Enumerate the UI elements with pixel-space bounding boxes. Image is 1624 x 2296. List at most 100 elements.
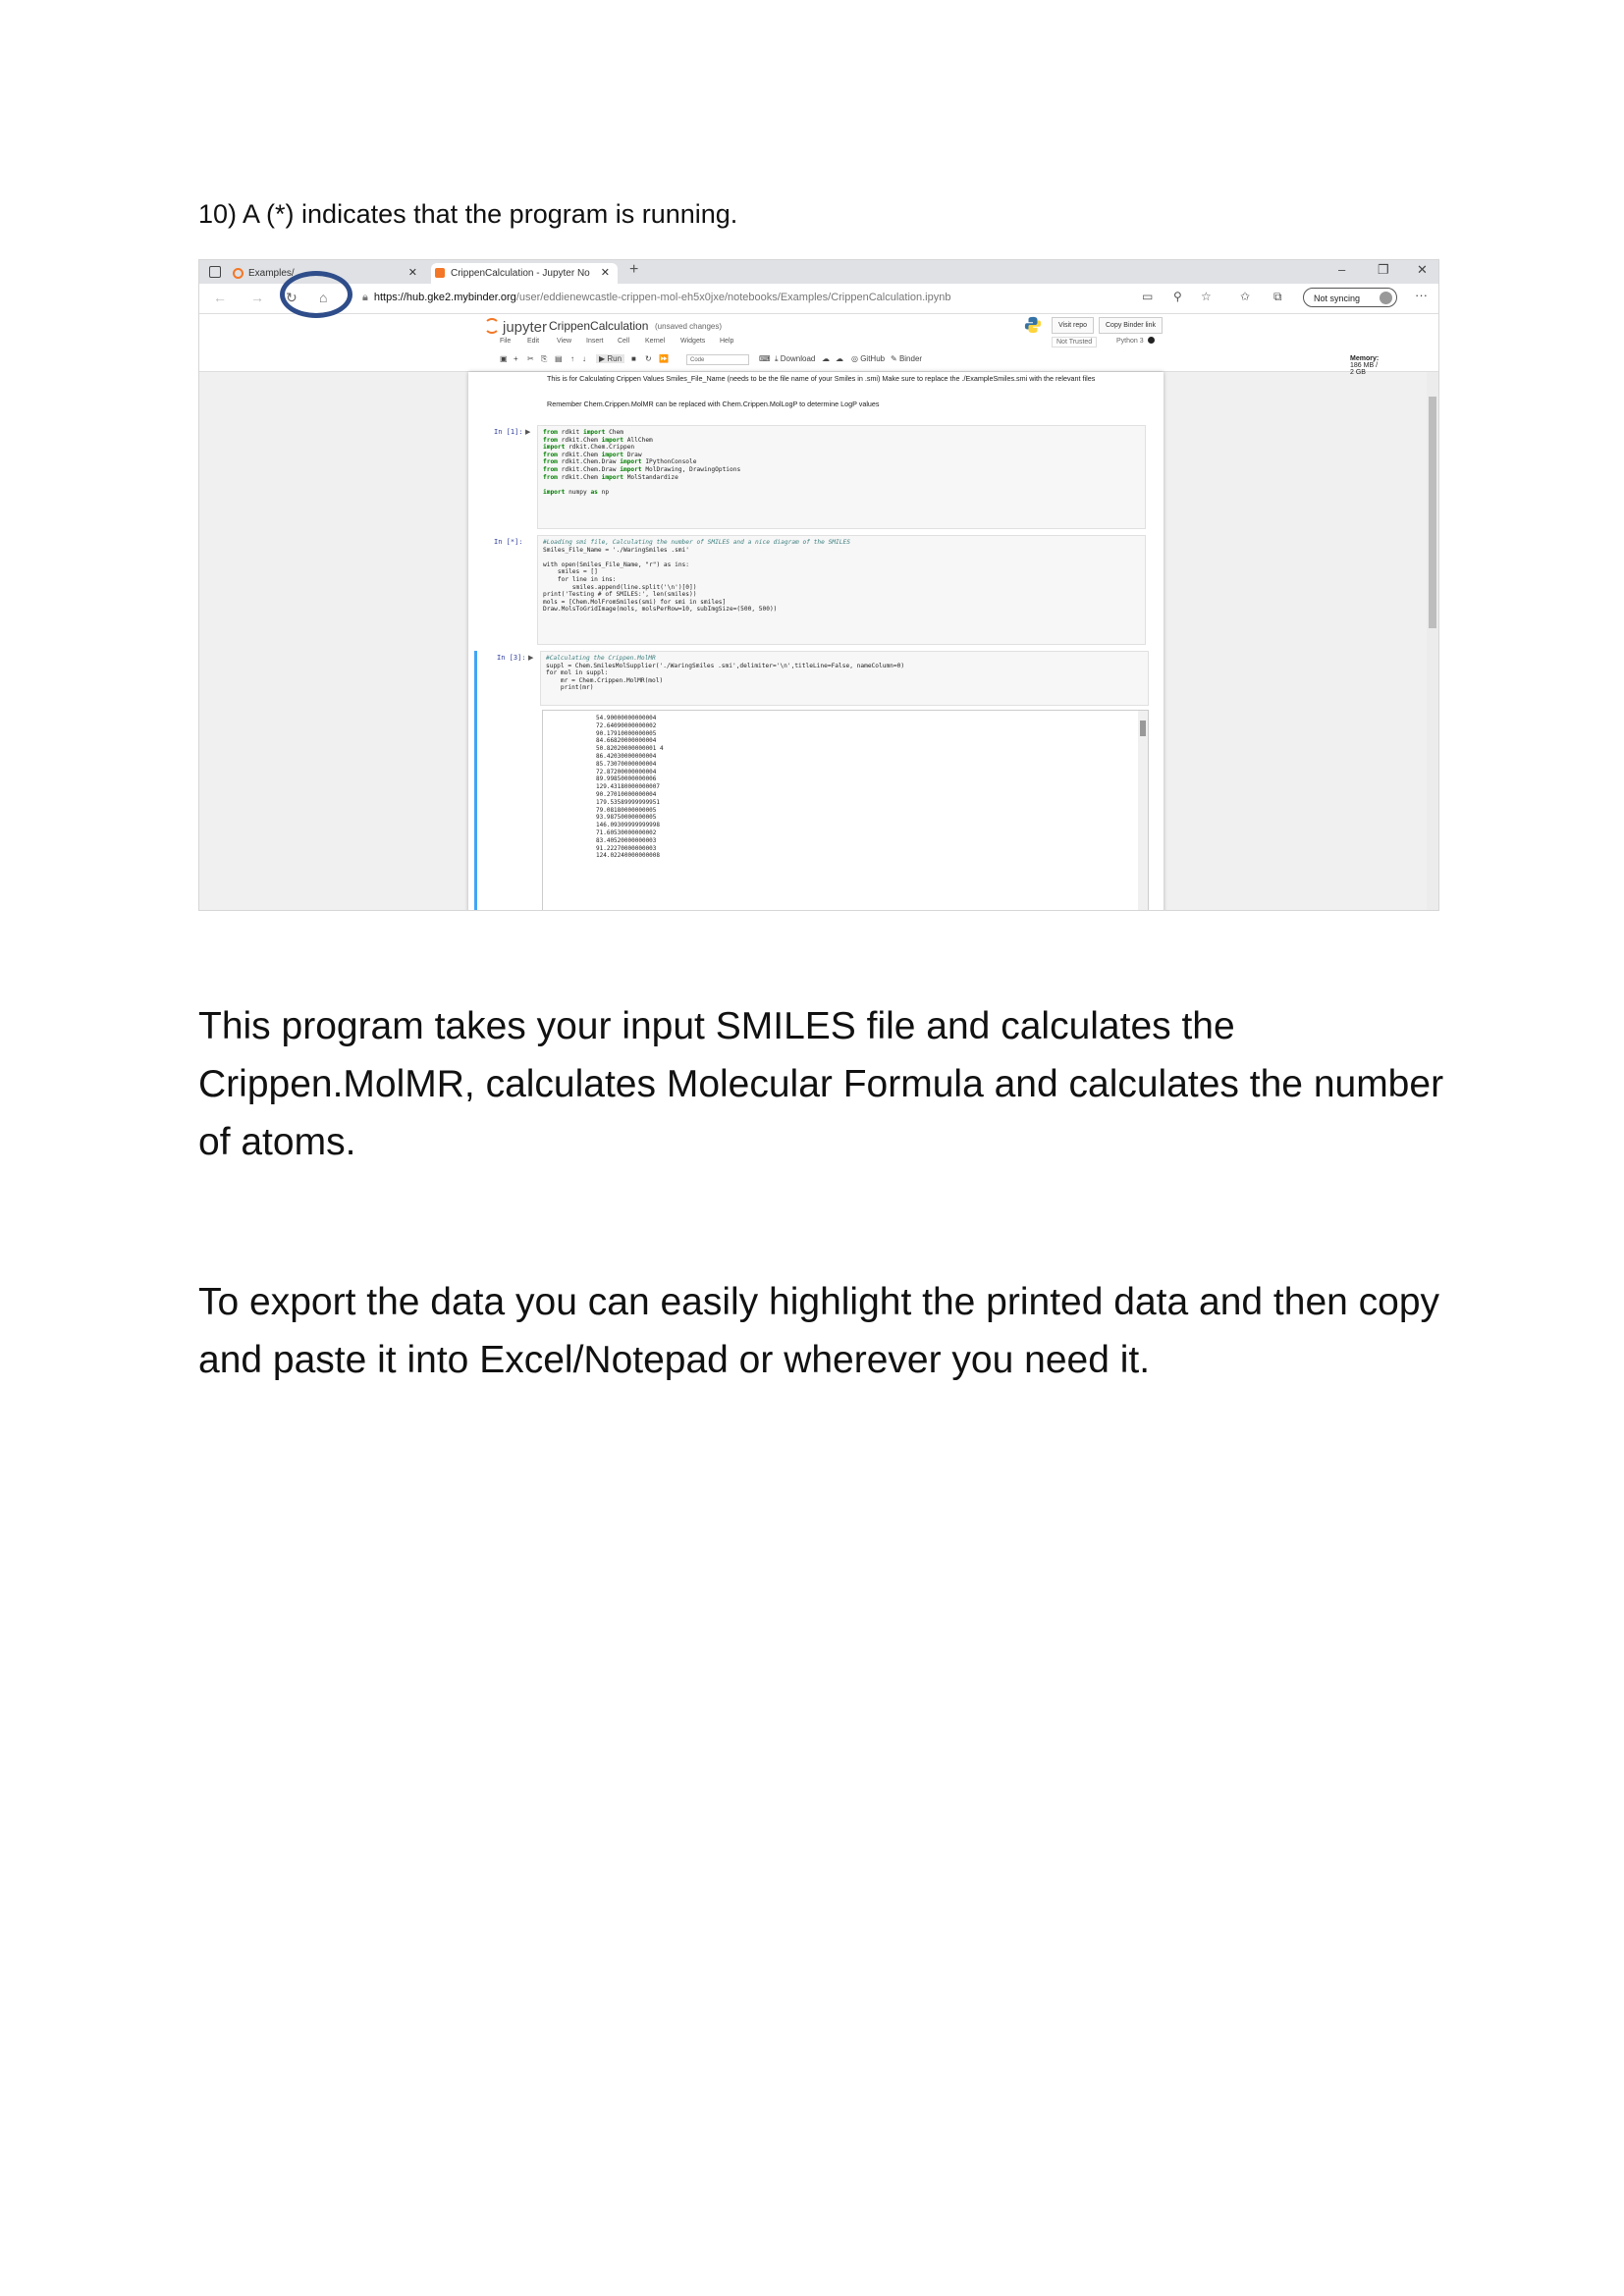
- output-line: 129.43180000000007: [596, 783, 661, 791]
- output-line: 71.60530000000002: [596, 828, 657, 836]
- code-line: from rdkit import Chem: [543, 429, 623, 436]
- restart-icon[interactable]: ↻: [645, 354, 652, 363]
- cell-mode-icon: ▶: [525, 429, 531, 436]
- code-line: smiles = []: [543, 568, 598, 576]
- notebook-title[interactable]: CrippenCalculation: [549, 319, 648, 333]
- github-label: GitHub: [860, 354, 886, 363]
- new-tab-icon[interactable]: +: [629, 261, 638, 279]
- code-line: for line in ins:: [543, 575, 617, 583]
- read-aloud-icon[interactable]: ▭: [1142, 290, 1153, 303]
- jupyter-logo-text: jupyter: [503, 319, 548, 336]
- jupyter-logo-icon: [484, 318, 500, 334]
- jupyter-logo[interactable]: jupyter: [484, 318, 547, 336]
- menu-kernel[interactable]: Kernel: [645, 338, 665, 345]
- back-icon[interactable]: ←: [213, 290, 227, 305]
- description-paragraph: This program takes your input SMILES fil…: [198, 1005, 1444, 1163]
- paste-icon[interactable]: ▤: [555, 354, 563, 363]
- tab-strip: Examples/ ✕ CrippenCalculation - Jupyter…: [199, 260, 1438, 284]
- address-bar-row: ← → ↻ ⌂ 🔒︎ https://hub.gke2.mybinder.org/…: [199, 284, 1438, 314]
- move-up-icon[interactable]: ↑: [570, 354, 574, 363]
- menu-insert[interactable]: Insert: [586, 338, 604, 345]
- code-line: from rdkit.Chem.Draw import MolDrawing, …: [543, 465, 741, 473]
- visit-repo-button[interactable]: Visit repo: [1052, 317, 1095, 334]
- copy-binder-link-button[interactable]: Copy Binder link: [1099, 317, 1163, 334]
- running-indicator-highlight: [280, 271, 352, 318]
- step-caption: 10) A (*) indicates that the program is …: [198, 199, 738, 229]
- sync-label: Not syncing: [1314, 294, 1361, 303]
- restore-icon[interactable]: ❐: [1378, 262, 1389, 278]
- minimize-icon[interactable]: –: [1338, 262, 1345, 277]
- upload-icon[interactable]: ☁: [822, 354, 830, 363]
- cut-icon[interactable]: ✂: [527, 354, 534, 363]
- close-window-icon[interactable]: ✕: [1417, 262, 1428, 278]
- zoom-icon[interactable]: ⚲: [1173, 290, 1182, 303]
- cloud-icon[interactable]: ☁: [836, 354, 843, 363]
- output-line: 91.22270000000003: [596, 844, 657, 852]
- cell-output[interactable]: 54.90000000000004 72.64090000000002 90.179…: [542, 710, 1149, 910]
- page-scrollbar[interactable]: [1427, 372, 1438, 910]
- output-line: 90.17910000000005: [596, 729, 657, 737]
- favorites-icon[interactable]: ✩: [1240, 290, 1250, 303]
- page-scroll-thumb[interactable]: [1429, 397, 1436, 628]
- code-line: from rdkit.Chem import MolStandardize: [543, 473, 678, 481]
- cell-prompt: In [3]:: [497, 654, 526, 662]
- trust-indicator[interactable]: Not Trusted: [1052, 337, 1098, 347]
- output-line: 90.27010000000004: [596, 790, 657, 798]
- restart-run-all-icon[interactable]: ⏩: [659, 354, 669, 363]
- download-button[interactable]: ⤓ Download: [775, 354, 815, 364]
- interrupt-icon[interactable]: ■: [631, 354, 636, 363]
- markdown-cell-intro[interactable]: This is for Calculating Crippen Values S…: [547, 374, 1146, 384]
- code-line: mr = Chem.Crippen.MolMR(mol): [546, 676, 664, 684]
- menu-cell[interactable]: Cell: [618, 338, 629, 345]
- favorite-add-icon[interactable]: ☆: [1201, 290, 1212, 303]
- output-line: 124.02240000000008: [596, 852, 661, 860]
- code-line: smiles.append(line.split('\n')[0]): [543, 583, 697, 591]
- menu-help[interactable]: Help: [720, 338, 733, 345]
- code-line: #Calculating the Crippen.MolMR: [546, 655, 656, 662]
- insert-cell-icon[interactable]: +: [514, 354, 518, 363]
- output-line: 72.87200000000004: [596, 768, 657, 775]
- tab-label: Examples/: [248, 268, 295, 279]
- output-line: 146.09309999999998: [596, 822, 661, 829]
- jupyter-favicon-icon: [233, 268, 244, 279]
- output-scroll-thumb[interactable]: [1140, 721, 1146, 736]
- menu-view[interactable]: View: [557, 338, 571, 345]
- markdown-cell-note[interactable]: Remember Chem.Crippen.MolMR can be repla…: [547, 400, 1146, 409]
- code-cell-2[interactable]: In [*]: #Loading smi file, Calculating t…: [474, 535, 1152, 645]
- cell-input[interactable]: #Loading smi file, Calculating the numbe…: [537, 535, 1146, 645]
- save-icon[interactable]: ▣: [500, 354, 508, 363]
- move-down-icon[interactable]: ↓: [582, 354, 586, 363]
- forward-icon[interactable]: →: [250, 290, 264, 305]
- code-cell-1[interactable]: In [1]: ▶ from rdkit import Chem from rd…: [474, 425, 1152, 529]
- output-scrollbar[interactable]: [1138, 711, 1148, 910]
- cell-type-select[interactable]: Code: [686, 354, 749, 365]
- code-line: Draw.MolsToGridImage(mols, molsPerRow=10…: [543, 606, 778, 614]
- more-options-icon[interactable]: ···: [1415, 288, 1428, 302]
- cell-input[interactable]: #Calculating the Crippen.MolMR suppl = C…: [540, 651, 1149, 706]
- lock-icon: 🔒︎: [362, 292, 368, 303]
- kernel-name: Python 3: [1116, 338, 1144, 345]
- memory-value: 186 MB / 2 GB: [1350, 362, 1379, 376]
- command-palette-icon[interactable]: ⌨: [759, 354, 771, 363]
- run-button[interactable]: ▶ Run: [596, 354, 625, 363]
- close-tab-icon[interactable]: ✕: [601, 263, 610, 284]
- binder-button[interactable]: ✎ Binder: [891, 354, 922, 363]
- tab-crippen[interactable]: CrippenCalculation - Jupyter No ✕: [431, 263, 618, 284]
- kernel-indicator: Python 3: [1116, 337, 1155, 345]
- close-tab-icon[interactable]: ✕: [408, 263, 417, 284]
- copy-icon[interactable]: ⎘: [541, 354, 547, 364]
- collections-icon[interactable]: ⧉: [1273, 290, 1282, 304]
- menu-edit[interactable]: Edit: [527, 338, 539, 345]
- notebook-favicon-icon: [435, 268, 445, 278]
- url-field[interactable]: 🔒︎ https://hub.gke2.mybinder.org/user/edd…: [362, 288, 1305, 308]
- github-button[interactable]: ◎ GitHub: [851, 354, 885, 363]
- menu-widgets[interactable]: Widgets: [680, 338, 705, 345]
- menu-file[interactable]: File: [500, 338, 511, 345]
- url-path: /user/eddienewcastle-crippen-mol-eh5x0jx…: [515, 292, 951, 303]
- tab-actions-icon[interactable]: [209, 266, 221, 278]
- cell-input[interactable]: from rdkit import Chem from rdkit.Chem i…: [537, 425, 1146, 529]
- output-line: 89.99850000000006: [596, 775, 657, 783]
- sync-button[interactable]: Not syncing: [1303, 288, 1397, 307]
- code-cell-3[interactable]: In [3]: ▶ #Calculating the Crippen.MolMR…: [474, 651, 1155, 910]
- output-line: 93.98750000000005: [596, 814, 657, 822]
